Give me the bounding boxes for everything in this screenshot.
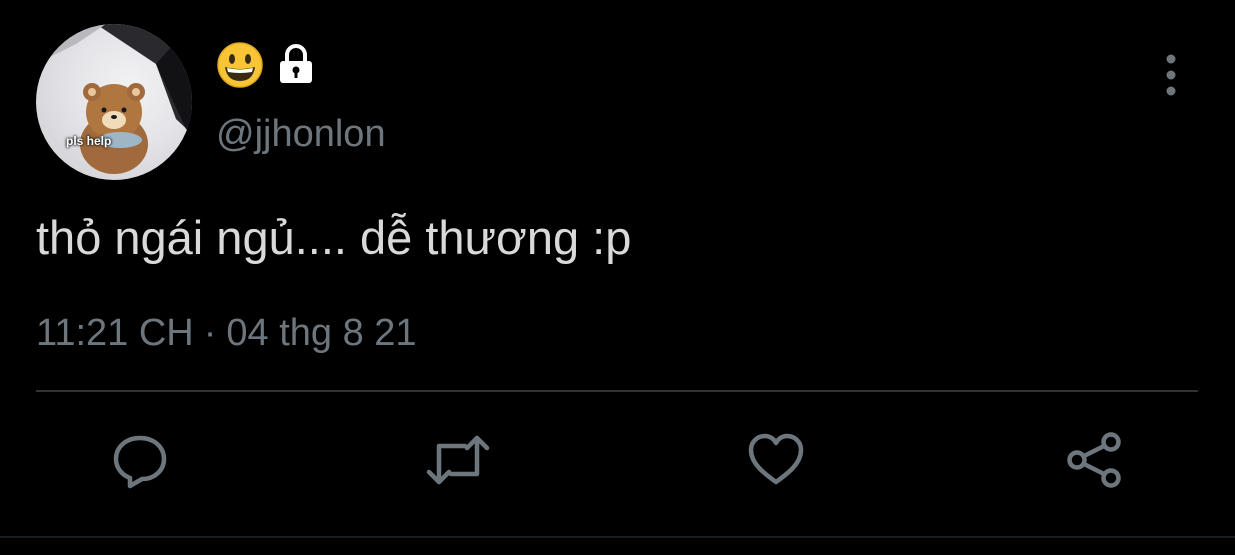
tweet-time: 11:21 CH: [36, 312, 194, 354]
share-button[interactable]: [1062, 430, 1126, 494]
retweet-button[interactable]: [426, 430, 490, 494]
tweet-detail: pls help @jjhonlon thỏ ngái ngủ.... dễ t…: [0, 0, 1235, 555]
grinning-face-icon: [216, 41, 264, 94]
heart-icon: [745, 430, 807, 495]
more-options-icon[interactable]: [1154, 52, 1188, 98]
reply-button[interactable]: [108, 430, 172, 494]
avatar[interactable]: pls help: [36, 24, 192, 180]
avatar-caption: pls help: [66, 134, 112, 148]
tweet-text: thỏ ngái ngủ.... dễ thương :p: [36, 211, 632, 264]
user-handle[interactable]: @jjhonlon: [216, 112, 386, 156]
reply-icon: [110, 430, 170, 495]
bottom-divider: [0, 536, 1235, 538]
timestamp-separator: ·: [203, 312, 217, 354]
divider: [36, 390, 1198, 392]
retweet-icon: [425, 430, 491, 495]
like-button[interactable]: [744, 430, 808, 494]
tweet-timestamp[interactable]: 11:21 CH · 04 thg 8 21: [36, 310, 417, 356]
share-icon: [1063, 430, 1125, 495]
avatar-image: [36, 24, 192, 174]
display-name[interactable]: [216, 41, 318, 94]
lock-icon: [274, 43, 318, 92]
tweet-date: 04 thg 8 21: [226, 312, 417, 354]
